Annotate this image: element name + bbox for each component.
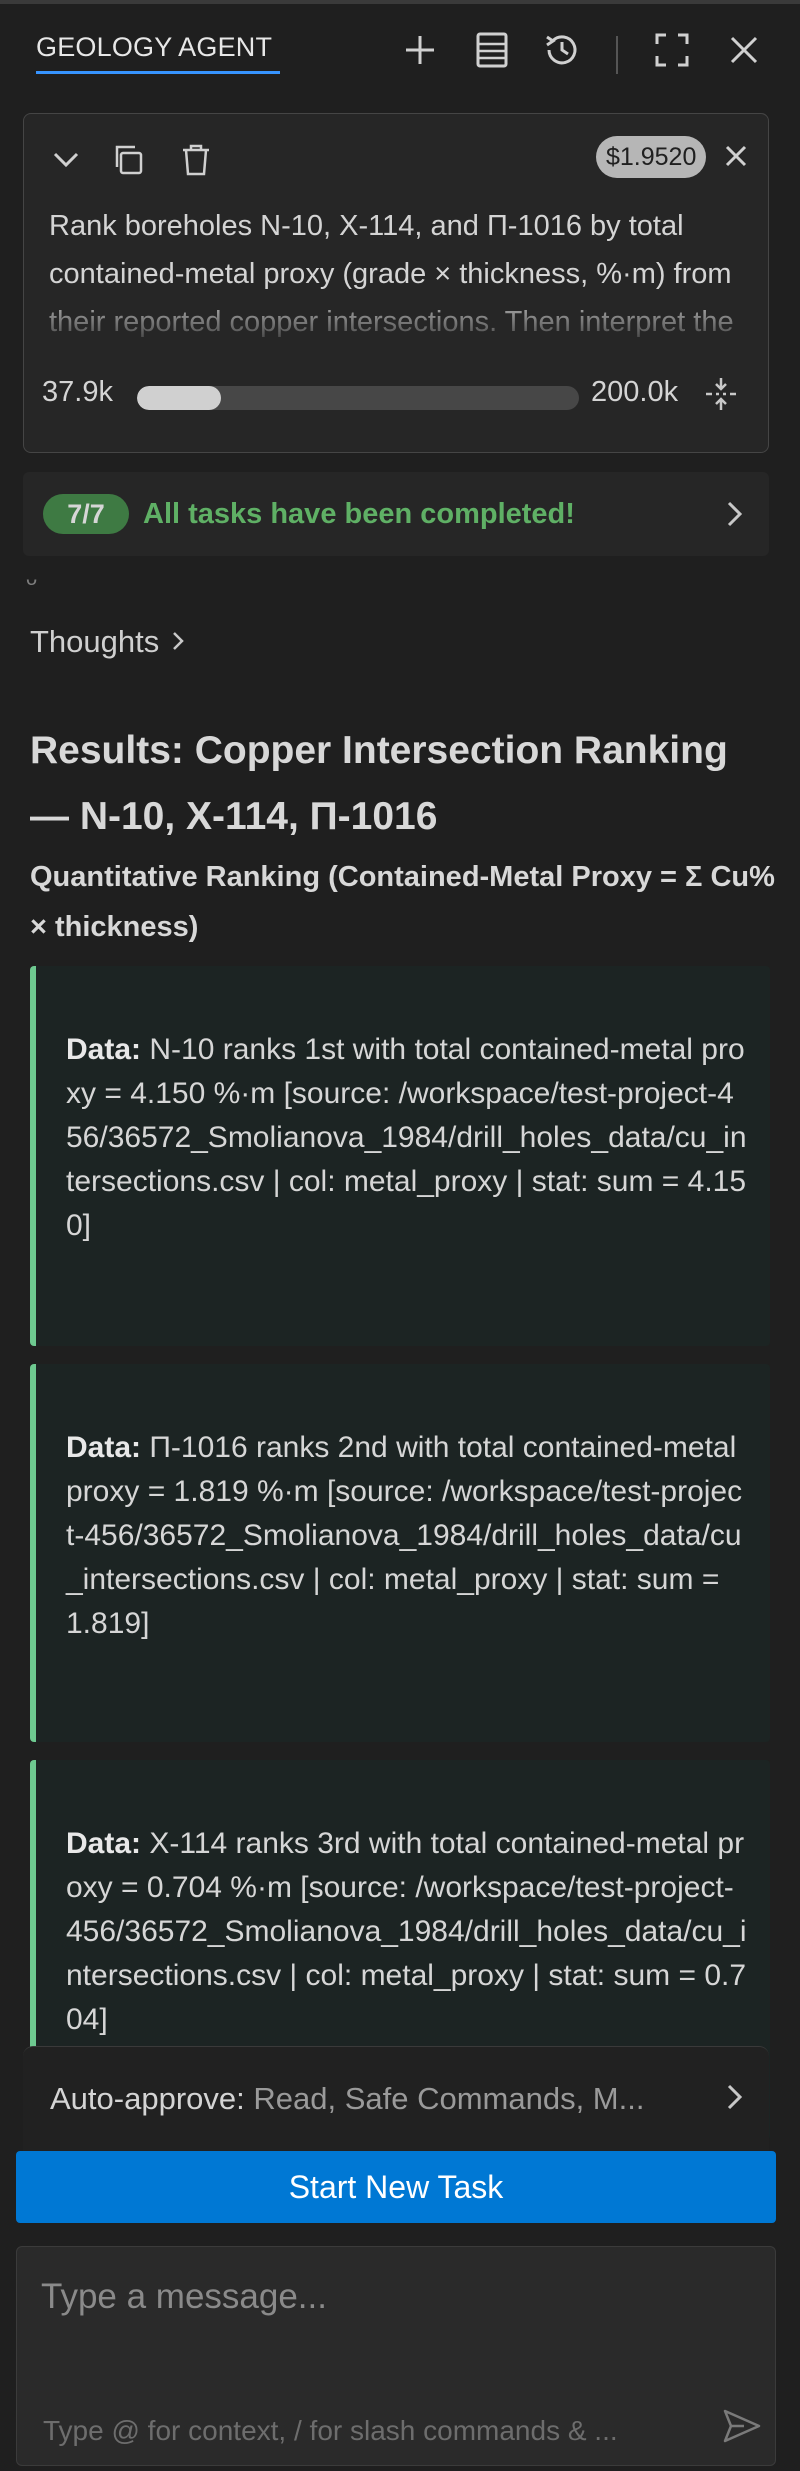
thoughts-toggle[interactable]: Thoughts	[30, 624, 185, 660]
history-list-icon[interactable]	[470, 28, 514, 72]
data-text: X-114 ranks 3rd with total contained-met…	[66, 1827, 747, 2036]
panel-header: GEOLOGY AGENT	[0, 14, 800, 80]
data-block-2: Data: П-1016 ranks 2nd with total contai…	[30, 1364, 770, 1742]
stray-glyph: ᴗ	[26, 568, 38, 590]
history-clock-icon[interactable]	[540, 28, 584, 72]
chevron-right-icon[interactable]	[713, 2075, 757, 2119]
close-task-icon[interactable]	[714, 134, 758, 178]
auto-approve-label: Auto-approve:	[50, 2081, 245, 2116]
results-heading: Results: Copper Intersection Ranking — N…	[30, 729, 728, 838]
message-input[interactable]	[41, 2277, 741, 2357]
context-used: 37.9k	[42, 376, 113, 408]
composer-hint: Type @ for context, / for slash commands…	[43, 2415, 618, 2446]
task-description[interactable]: Rank boreholes N-10, X-114, and П-1016 b…	[49, 202, 749, 342]
task-progress-banner[interactable]: 7/7 All tasks have been completed!	[23, 472, 769, 556]
copy-icon[interactable]	[106, 138, 150, 182]
task-card: $1.9520 Rank boreholes N-10, X-114, and …	[23, 113, 769, 453]
data-label: Data:	[66, 1033, 142, 1066]
auto-approve-text: Auto-approve: Read, Safe Commands, M...	[50, 2081, 644, 2117]
thoughts-label: Thoughts	[30, 624, 160, 659]
context-usage-fill	[137, 386, 221, 410]
header-separator	[616, 36, 618, 74]
message-composer: Type @ for context, / for slash commands…	[16, 2246, 776, 2466]
progress-count-badge: 7/7	[43, 494, 129, 534]
results-subheading: Quantitative Ranking (Contained-Metal Pr…	[30, 861, 775, 943]
auto-approve-bar[interactable]: Auto-approve: Read, Safe Commands, M...	[23, 2046, 769, 2152]
trash-icon[interactable]	[174, 138, 218, 182]
context-usage-bar	[137, 386, 579, 410]
close-icon[interactable]	[722, 28, 766, 72]
start-new-task-button[interactable]: Start New Task	[16, 2151, 776, 2223]
auto-approve-values: Read, Safe Commands, M...	[253, 2081, 645, 2116]
data-block-1: Data: N-10 ranks 1st with total containe…	[30, 966, 770, 1346]
tab-active-indicator	[36, 71, 280, 74]
progress-message: All tasks have been completed!	[143, 498, 575, 530]
cost-badge: $1.9520	[596, 136, 707, 178]
data-text: N-10 ranks 1st with total contained-meta…	[66, 1033, 747, 1242]
context-total: 200.0k	[591, 376, 679, 408]
data-label: Data:	[66, 1431, 142, 1464]
chevron-down-icon[interactable]	[44, 138, 88, 182]
chevron-right-icon[interactable]	[713, 492, 757, 536]
plus-icon[interactable]	[398, 28, 442, 72]
send-icon[interactable]	[717, 2401, 767, 2451]
data-label: Data:	[66, 1827, 142, 1860]
chevron-right-icon	[171, 624, 185, 660]
data-text: П-1016 ranks 2nd with total contained-me…	[66, 1431, 743, 1640]
fullscreen-icon[interactable]	[650, 28, 694, 72]
compress-context-icon[interactable]	[699, 372, 743, 416]
top-border	[0, 0, 800, 4]
